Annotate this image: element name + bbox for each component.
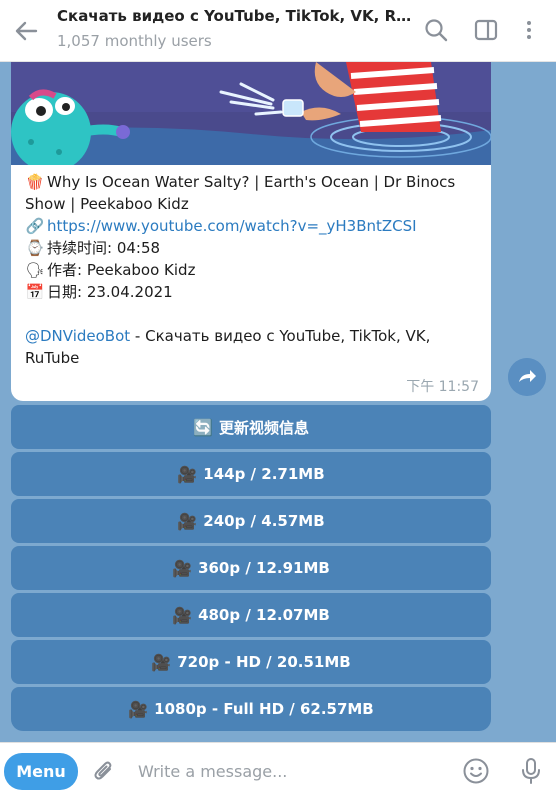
video-link-line: 🔗 https://www.youtube.com/watch?v=_yH3Bnt… <box>25 215 485 237</box>
microphone-icon[interactable] <box>519 756 543 786</box>
download-label: 720p - HD / 20.51MB <box>177 653 351 671</box>
video-title: Why Is Ocean Water Salty? | Earth's Ocea… <box>47 173 456 191</box>
link-icon: 🔗 <box>25 217 45 235</box>
back-arrow-icon[interactable] <box>12 17 40 45</box>
download-label: 1080p - Full HD / 62.57MB <box>154 700 374 718</box>
composer-bar: Menu <box>0 742 556 795</box>
video-camera-icon: 🎥 <box>151 652 172 672</box>
author-line: 🗣 作者: Peekaboo Kidz <box>25 259 485 281</box>
date: 日期: 23.04.2021 <box>47 283 173 301</box>
message-bubble: 🍿 Why Is Ocean Water Salty? | Earth's Oce… <box>11 62 491 401</box>
refresh-label: 更新视频信息 <box>218 418 309 437</box>
download-360p-button[interactable]: 🎥 360p / 12.91MB <box>11 546 491 590</box>
more-options-icon[interactable] <box>515 16 543 44</box>
download-label: 360p / 12.91MB <box>198 559 330 577</box>
search-icon[interactable] <box>422 16 450 44</box>
video-camera-icon: 🎥 <box>177 464 198 484</box>
attach-icon[interactable] <box>92 758 116 784</box>
video-link[interactable]: https://www.youtube.com/watch?v=_yH3BntZ… <box>47 217 417 235</box>
speaking-head-icon: 🗣 <box>25 261 45 279</box>
download-1080p-button[interactable]: 🎥 1080p - Full HD / 62.57MB <box>11 687 491 731</box>
forward-icon[interactable] <box>508 358 546 396</box>
popcorn-icon: 🍿 <box>25 173 45 191</box>
message-input[interactable] <box>138 756 438 786</box>
bot-line: @DNVideoBot - Скачать видео с YouTube, T… <box>25 325 485 347</box>
date-line: 📅 日期: 23.04.2021 <box>25 281 485 303</box>
download-144p-button[interactable]: 🎥 144p / 2.71MB <box>11 452 491 496</box>
bot-line-2: RuTube <box>25 349 80 367</box>
watch-icon: ⌚ <box>25 239 45 257</box>
duration-line: ⌚ 持续时间: 04:58 <box>25 237 485 259</box>
calendar-icon: 📅 <box>25 283 45 301</box>
chat-area[interactable]: 🍿 Why Is Ocean Water Salty? | Earth's Oce… <box>0 62 556 742</box>
video-title-line: 🍿 Why Is Ocean Water Salty? | Earth's Oce… <box>25 171 485 193</box>
refresh-icon: 🔄 <box>193 417 213 437</box>
message-time: 下午 11:57 <box>406 379 479 395</box>
download-label: 144p / 2.71MB <box>203 465 325 483</box>
chat-title[interactable]: Скачать видео с YouTube, TikTok, VK, RuT… <box>57 7 412 25</box>
download-480p-button[interactable]: 🎥 480p / 12.07MB <box>11 593 491 637</box>
sidebar-toggle-icon[interactable] <box>472 16 500 44</box>
spacer-line <box>25 303 485 325</box>
video-thumbnail[interactable] <box>11 62 491 165</box>
download-240p-button[interactable]: 🎥 240p / 4.57MB <box>11 499 491 543</box>
video-title-line-2: Show | Peekaboo Kidz <box>25 195 189 213</box>
chat-header: Скачать видео с YouTube, TikTok, VK, RuT… <box>0 0 556 62</box>
emoji-icon[interactable] <box>462 757 490 785</box>
download-label: 240p / 4.57MB <box>203 512 325 530</box>
chat-subtitle: 1,057 monthly users <box>57 32 212 50</box>
author: 作者: Peekaboo Kidz <box>47 261 196 279</box>
video-camera-icon: 🎥 <box>172 605 193 625</box>
video-camera-icon: 🎥 <box>128 699 149 719</box>
download-720p-button[interactable]: 🎥 720p - HD / 20.51MB <box>11 640 491 684</box>
message-text: 🍿 Why Is Ocean Water Salty? | Earth's Oce… <box>25 171 485 369</box>
bot-description: - Скачать видео с YouTube, TikTok, VK, <box>130 327 431 345</box>
duration: 持续时间: 04:58 <box>47 239 161 257</box>
refresh-info-button[interactable]: 🔄 更新视频信息 <box>11 405 491 449</box>
bot-mention[interactable]: @DNVideoBot <box>25 327 130 345</box>
bot-menu-button[interactable]: Menu <box>4 753 78 790</box>
download-label: 480p / 12.07MB <box>198 606 330 624</box>
video-camera-icon: 🎥 <box>177 511 198 531</box>
video-camera-icon: 🎥 <box>172 558 193 578</box>
